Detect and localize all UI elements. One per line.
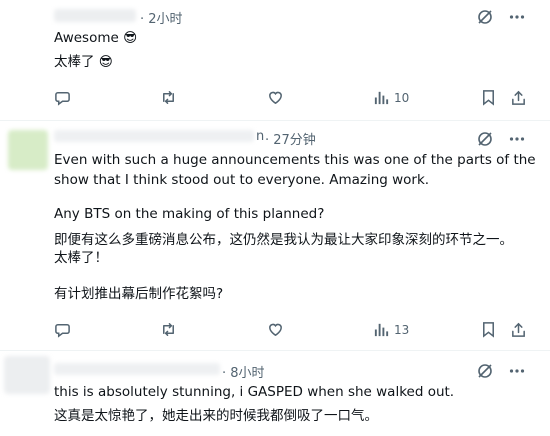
views-button[interactable]: 13 [373, 321, 409, 338]
redacted-author [54, 9, 136, 22]
reply-bubble-icon [54, 321, 71, 338]
reply-action-bar: 10 [54, 89, 532, 109]
like-button[interactable] [267, 89, 284, 106]
reply-text-line: 有计划推出幕后制作花絮吗? [54, 286, 224, 302]
reply-text-line: Even with such a huge announcements this… [54, 152, 536, 168]
reply-bubble-icon [54, 89, 71, 106]
share-icon [510, 89, 527, 106]
reply-text-line: 这真是太惊艳了，她走出来的时候我都倒吸了一口气。 [54, 408, 378, 424]
views-bar-chart-icon [373, 89, 390, 106]
retweet-button[interactable] [160, 89, 177, 106]
replies-feed: · 2小时 Awesome 😎 太棒了 😎 10 n · 27分钟 Even w… [0, 0, 550, 436]
redacted-author [54, 363, 220, 375]
heart-icon [267, 89, 284, 106]
reply-text-line: this is absolutely stunning, i GASPED wh… [54, 384, 455, 400]
views-button[interactable]: 10 [373, 89, 409, 106]
reply-timestamp[interactable]: · 8小时 [222, 362, 265, 381]
redacted-author [54, 130, 254, 142]
reply-text-line: show that I think stood out to everyone.… [54, 172, 430, 188]
reply-action-bar: 13 [54, 321, 532, 341]
reply-timestamp[interactable]: · 27分钟 [265, 129, 316, 148]
views-count: 13 [394, 322, 410, 337]
retweet-icon [160, 321, 177, 338]
reply-timestamp-partial: n [256, 129, 265, 144]
bookmark-icon [480, 89, 497, 106]
reply-text-line: 即便有这么多重磅消息公布，这仍然是我认为最让大家印象深刻的环节之一。 [54, 232, 513, 248]
reply-item[interactable]: · 8小时 this is absolutely stunning, i GAS… [0, 350, 550, 436]
retweet-icon [160, 89, 177, 106]
reply-button[interactable] [54, 321, 71, 338]
reply-text-line: Awesome 😎 [54, 30, 138, 46]
reply-text-line: 太棒了 😎 [54, 54, 113, 70]
translate-slash-icon[interactable] [476, 362, 494, 380]
like-button[interactable] [267, 321, 284, 338]
share-button[interactable] [510, 89, 527, 106]
reply-header-actions [476, 130, 526, 148]
redacted-avatar [4, 356, 50, 394]
redacted-avatar [8, 130, 48, 170]
reply-text-line: Any BTS on the making of this planned? [54, 206, 325, 222]
reply-header-actions [476, 362, 526, 380]
reply-item[interactable]: n · 27分钟 Even with such a huge announcem… [0, 120, 550, 350]
translate-slash-icon[interactable] [476, 130, 494, 148]
reply-item[interactable]: · 2小时 Awesome 😎 太棒了 😎 10 [0, 0, 550, 120]
more-dots-icon[interactable] [508, 8, 526, 26]
views-count: 10 [394, 90, 410, 105]
reply-text-line: 太棒了！ [54, 250, 108, 266]
bookmark-icon [480, 321, 497, 338]
bookmark-button[interactable] [480, 321, 497, 338]
share-button[interactable] [510, 321, 527, 338]
reply-timestamp[interactable]: · 2小时 [140, 8, 183, 27]
reply-button[interactable] [54, 89, 71, 106]
heart-icon [267, 321, 284, 338]
reply-header-actions [476, 8, 526, 26]
views-bar-chart-icon [373, 321, 390, 338]
more-dots-icon[interactable] [508, 362, 526, 380]
translate-slash-icon[interactable] [476, 8, 494, 26]
more-dots-icon[interactable] [508, 130, 526, 148]
bookmark-button[interactable] [480, 89, 497, 106]
share-icon [510, 321, 527, 338]
retweet-button[interactable] [160, 321, 177, 338]
